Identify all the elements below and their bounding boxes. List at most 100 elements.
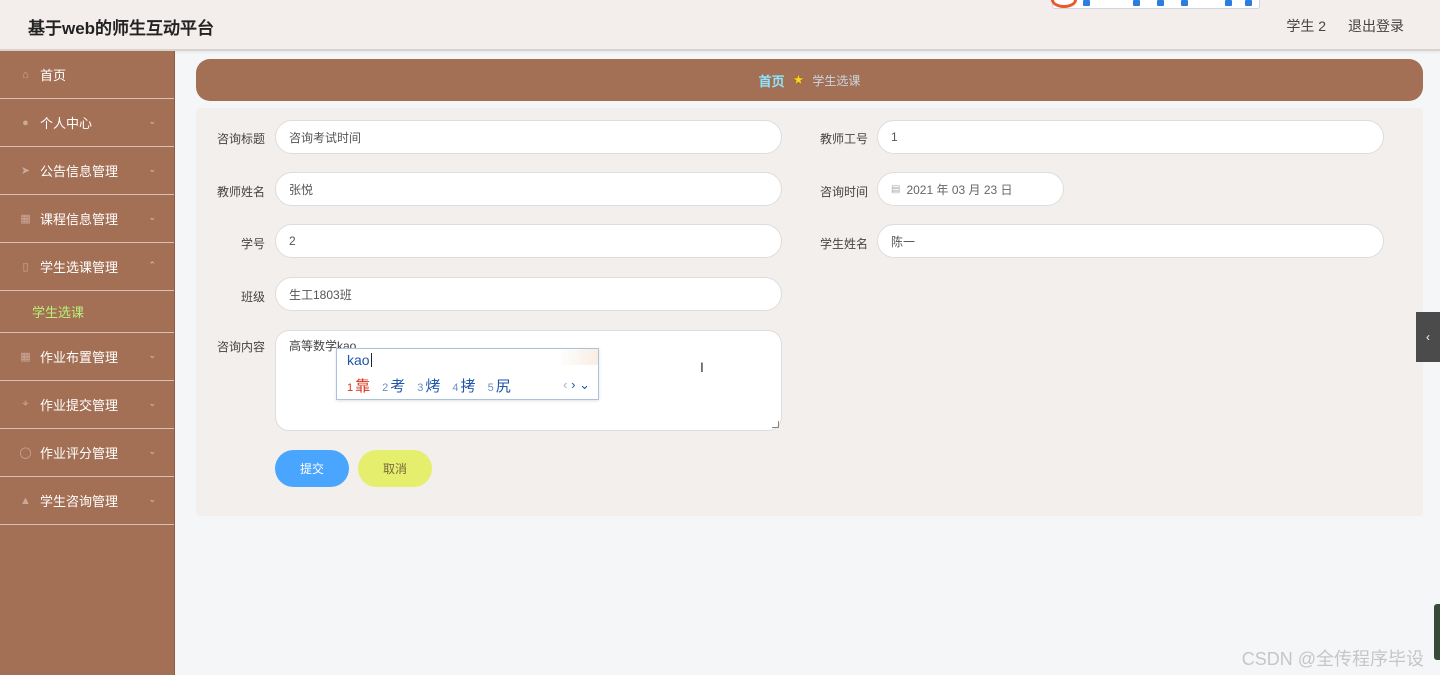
teacher-name-label: 教师姓名	[216, 185, 265, 199]
ime-skin-decoration	[558, 349, 598, 365]
sidebar-item-label: 公告信息管理	[40, 164, 119, 179]
chevron-up-icon: ⌃	[148, 260, 156, 270]
logout-button[interactable]: 退出登录	[1348, 18, 1404, 34]
sidebar: ⌂ 首页 ● 个人中心 ⌄ ➤ 公告信息管理 ⌄ ▦ 课程信息管理 ⌄ ▯ 学生…	[0, 51, 175, 675]
send-icon: ➤	[20, 165, 31, 177]
ime-expand-icon[interactable]: ⌄	[579, 377, 590, 392]
candidate-char: 烤	[425, 378, 441, 395]
ime-candidate-popup: kao 1靠 2考 3烤 4拷 5尻 ‹ › ⌄	[336, 348, 599, 400]
side-panel-toggle-button[interactable]: ‹	[1416, 312, 1440, 362]
ime-tool-icon[interactable]	[1225, 0, 1232, 6]
chevron-down-icon: ⌄	[148, 164, 156, 174]
sidebar-item-label: 首页	[40, 68, 67, 83]
ime-pinyin-text: kao	[347, 352, 370, 368]
ime-tool-icon[interactable]	[1157, 0, 1164, 6]
consult-time-value: 2021 年 03 月 23 日	[906, 182, 1013, 197]
resize-handle-icon[interactable]	[772, 421, 779, 428]
ime-logo-icon	[1051, 0, 1077, 8]
ime-tool-icon[interactable]	[1083, 0, 1090, 6]
sidebar-item-label: 学生选课管理	[40, 260, 119, 275]
sidebar-item-label: 作业评分管理	[40, 446, 119, 461]
ime-next-page-icon[interactable]: ›	[571, 377, 575, 392]
class-input[interactable]: 生工1803班	[275, 277, 782, 311]
clipboard-icon: ▯	[22, 261, 29, 273]
ime-candidate[interactable]: 5尻	[488, 375, 511, 396]
teacher-id-input[interactable]: 1	[877, 120, 1384, 154]
student-id-label: 学号	[240, 237, 265, 251]
consult-title-label: 咨询标题	[216, 132, 265, 146]
consult-content-label: 咨询内容	[216, 340, 265, 354]
submit-button[interactable]: 提交	[275, 450, 349, 487]
sidebar-item-label: 个人中心	[40, 116, 93, 131]
sidebar-item-label: 学生咨询管理	[40, 494, 119, 509]
ime-candidate[interactable]: 2考	[382, 375, 405, 396]
crop-icon: ⌖	[22, 398, 29, 410]
chevron-down-icon: ⌄	[148, 116, 156, 126]
candidate-number: 3	[417, 382, 424, 394]
chevron-down-icon: ⌄	[148, 350, 156, 360]
sidebar-item-label: 作业提交管理	[40, 398, 119, 413]
app-title: 基于web的师生互动平台	[28, 19, 215, 38]
teacher-id-label: 教师工号	[819, 132, 868, 146]
grid-icon: ▦	[20, 213, 31, 225]
consult-form-panel: 咨询标题 咨询考试时间 教师工号 1 教师姓名 张悦 咨询时间 ▤ 2021 年…	[196, 108, 1423, 516]
sidebar-item-announcements[interactable]: ➤ 公告信息管理 ⌄	[0, 147, 174, 195]
sidebar-item-home[interactable]: ⌂ 首页	[0, 51, 174, 99]
edge-widget-tab[interactable]	[1434, 604, 1440, 660]
chevron-down-icon: ⌄	[148, 212, 156, 222]
chevron-down-icon: ⌄	[148, 398, 156, 408]
globe-icon: ◯	[19, 447, 32, 459]
candidate-number: 1	[347, 382, 354, 394]
consult-title-input[interactable]: 咨询考试时间	[275, 120, 782, 154]
class-label: 班级	[240, 290, 265, 304]
home-icon: ⌂	[22, 68, 29, 81]
watermark: CSDN @全传程序毕设	[1241, 649, 1424, 669]
ime-candidate[interactable]: 4拷	[452, 375, 475, 396]
sidebar-subitem-course-selection[interactable]: 学生选课	[0, 291, 174, 333]
sidebar-item-label: 作业布置管理	[40, 350, 119, 365]
sidebar-item-course-selection[interactable]: ▯ 学生选课管理 ⌃	[0, 243, 174, 291]
ime-page-nav: ‹ › ⌄	[563, 377, 590, 393]
teacher-name-input[interactable]: 张悦	[275, 172, 782, 206]
consult-time-input[interactable]: ▤ 2021 年 03 月 23 日	[877, 172, 1064, 206]
student-name-label: 学生姓名	[819, 237, 868, 251]
ime-prev-page-icon[interactable]: ‹	[563, 377, 567, 392]
text-caret	[370, 353, 372, 367]
sidebar-item-courses[interactable]: ▦ 课程信息管理 ⌄	[0, 195, 174, 243]
ime-tool-icon[interactable]	[1133, 0, 1140, 6]
user-icon: ●	[22, 116, 29, 129]
candidate-char: 考	[390, 378, 406, 395]
cancel-button[interactable]: 取消	[358, 450, 432, 487]
ime-candidate[interactable]: 3烤	[417, 375, 440, 396]
sidebar-item-personal-center[interactable]: ● 个人中心 ⌄	[0, 99, 174, 147]
sidebar-item-student-consult[interactable]: ▲ 学生咨询管理 ⌄	[0, 477, 174, 525]
header-user-area: 学生 2 退出登录	[1268, 16, 1404, 36]
calendar-icon: ▤	[891, 183, 901, 195]
ime-tool-icon[interactable]	[1245, 0, 1252, 6]
student-name-input[interactable]: 陈一	[877, 224, 1384, 258]
breadcrumb-home-link[interactable]: 首页	[759, 71, 785, 90]
consult-time-label: 咨询时间	[819, 185, 868, 199]
candidate-number: 2	[382, 382, 389, 394]
student-id-input[interactable]: 2	[275, 224, 782, 258]
sidebar-item-homework-grading[interactable]: ◯ 作业评分管理 ⌄	[0, 429, 174, 477]
table-icon: ▦	[20, 351, 31, 363]
ime-candidate-list: 1靠 2考 3烤 4拷 5尻	[347, 375, 523, 396]
mouse-ibeam-cursor-icon: I	[700, 359, 704, 375]
ime-tool-icon[interactable]	[1181, 0, 1188, 6]
candidate-char: 靠	[355, 378, 371, 395]
ime-candidate[interactable]: 1靠	[347, 375, 370, 396]
candidate-number: 4	[452, 382, 459, 394]
ime-pinyin-composition: kao	[347, 352, 372, 368]
current-user-label[interactable]: 学生 2	[1286, 18, 1326, 34]
sidebar-item-homework-assign[interactable]: ▦ 作业布置管理 ⌄	[0, 333, 174, 381]
thumb-icon: ▲	[20, 494, 31, 507]
star-icon: ★	[792, 72, 805, 87]
ime-toolbar[interactable]	[1051, 0, 1260, 9]
breadcrumb: 首页 ★ 学生选课	[196, 59, 1423, 101]
breadcrumb-current: 学生选课	[812, 73, 861, 88]
top-header: 基于web的师生互动平台 学生 2 退出登录	[0, 0, 1440, 51]
sidebar-item-homework-submit[interactable]: ⌖ 作业提交管理 ⌄	[0, 381, 174, 429]
candidate-number: 5	[487, 382, 494, 394]
chevron-left-icon: ‹	[1426, 330, 1430, 344]
